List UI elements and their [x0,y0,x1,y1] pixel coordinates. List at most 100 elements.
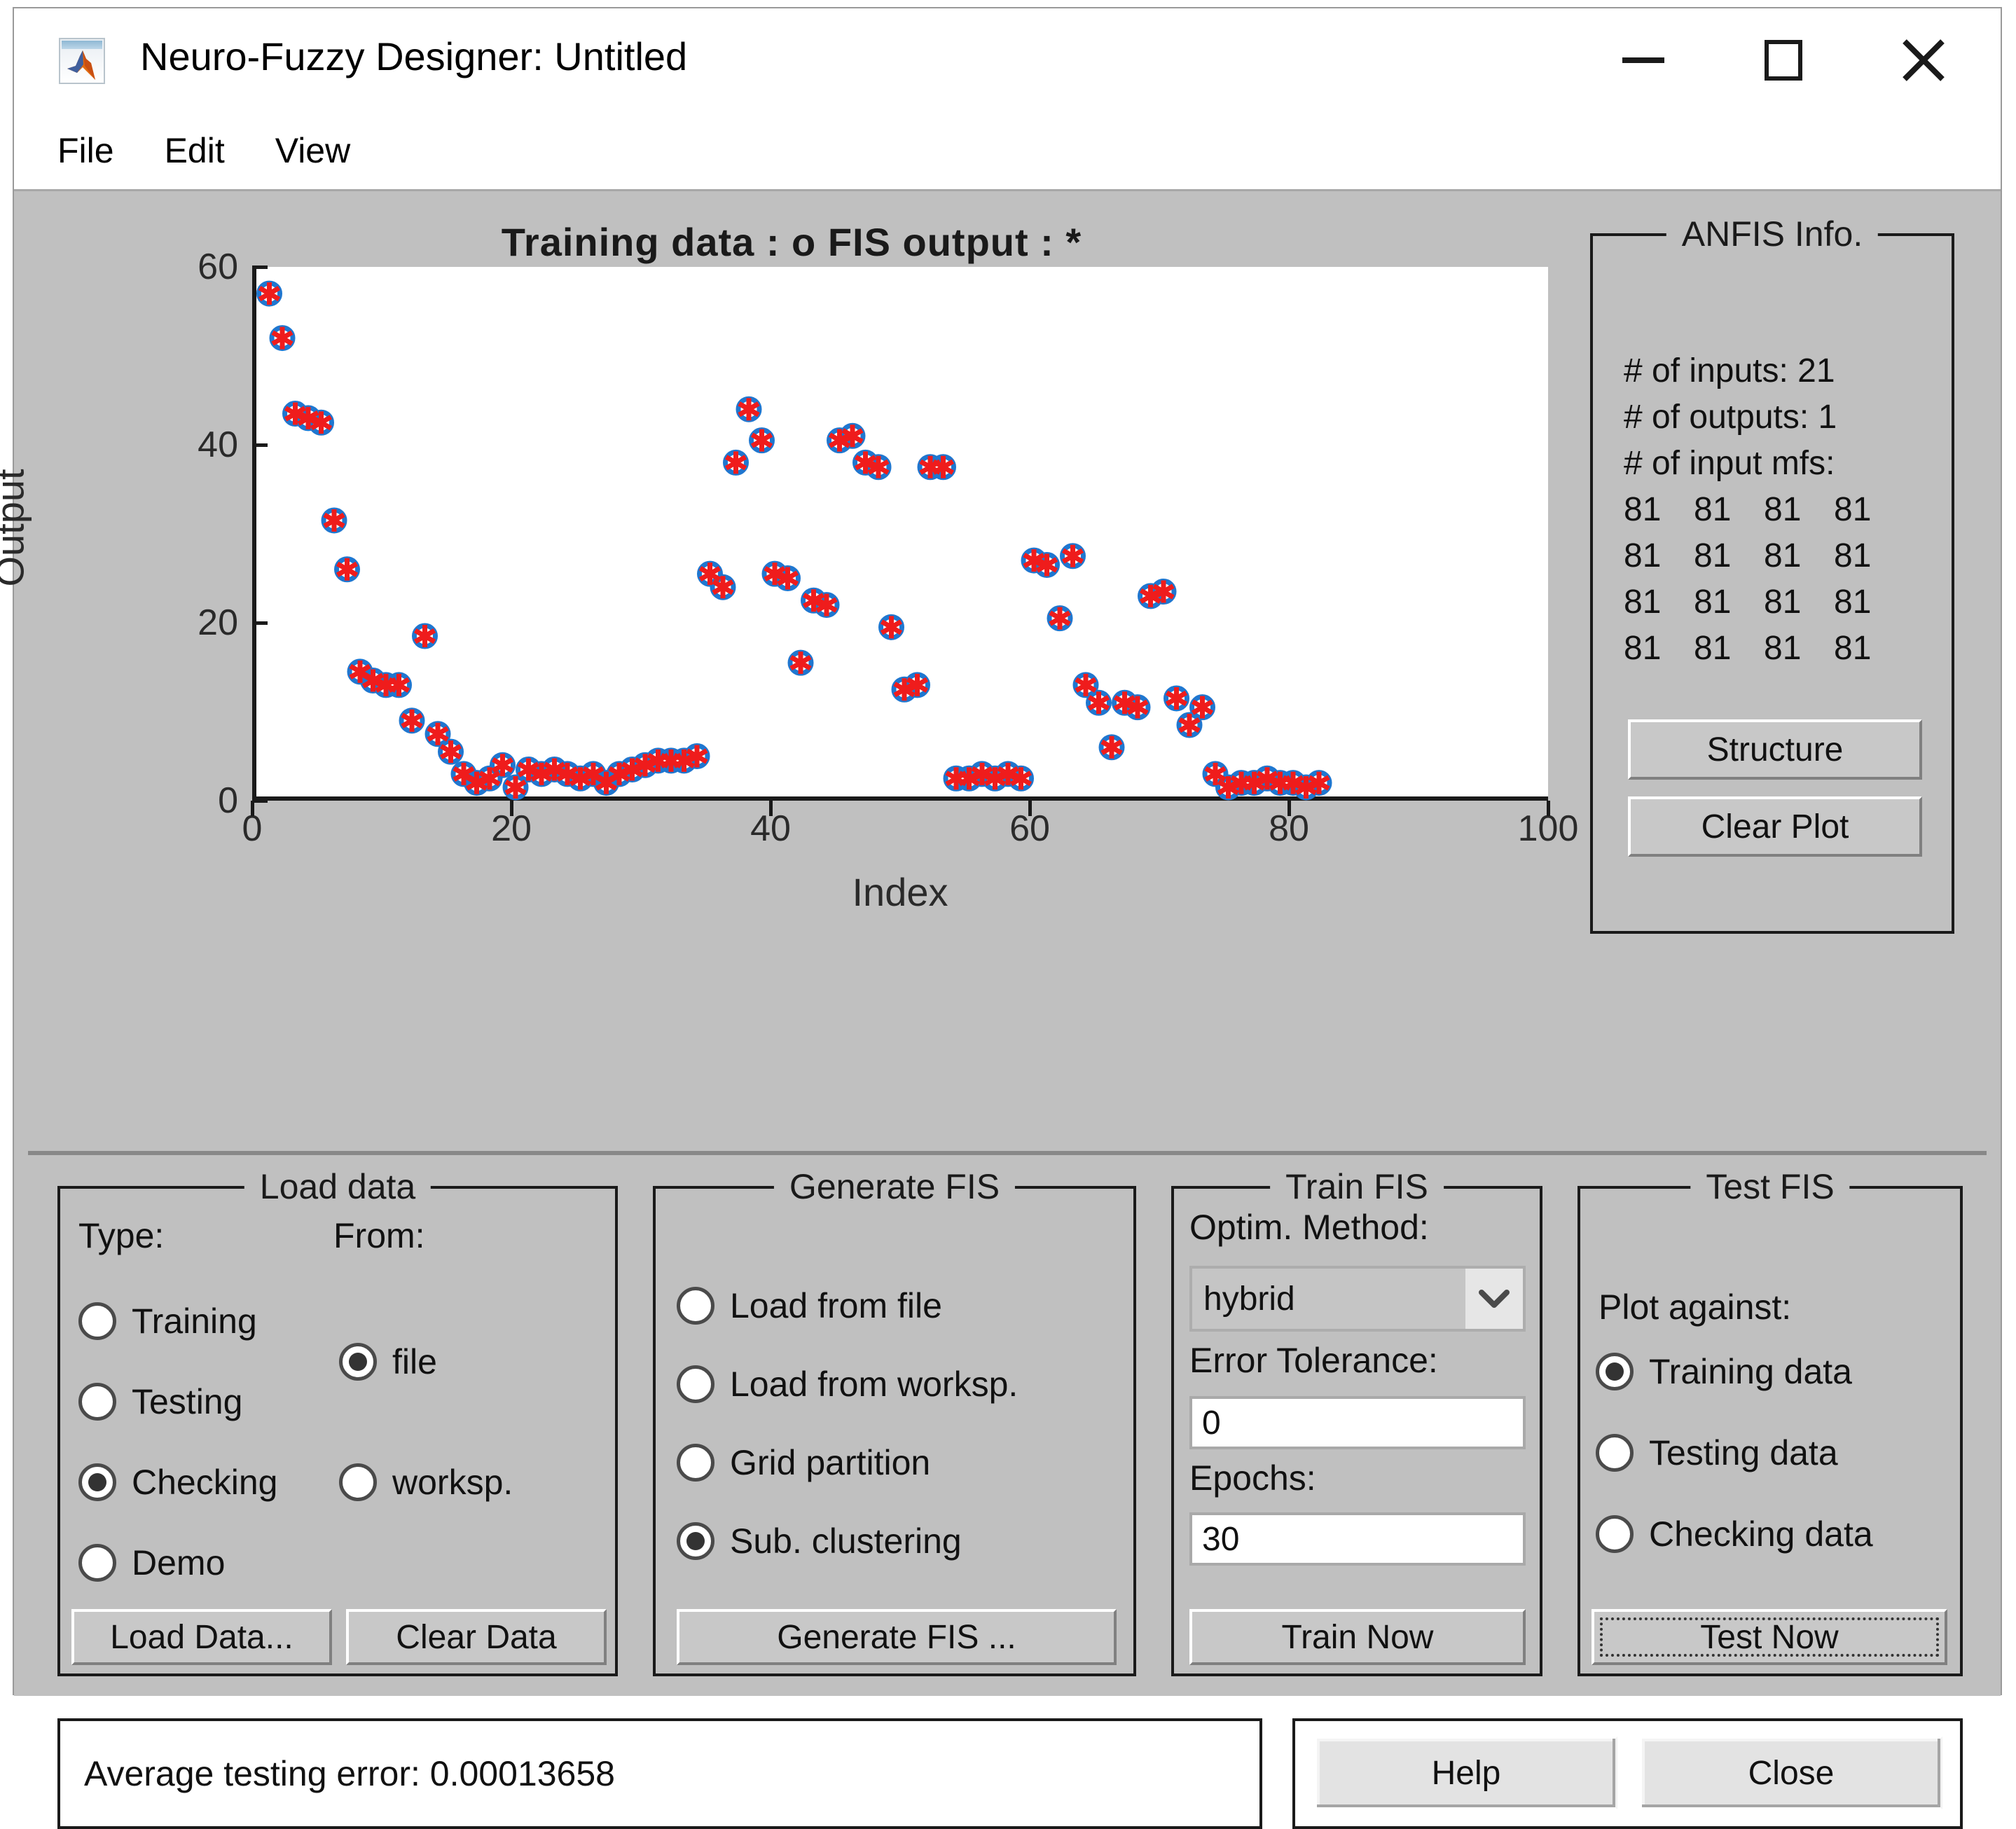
clear-data-button[interactable]: Clear Data [346,1609,607,1665]
radio-label: file [392,1341,437,1382]
mfs-value: 81 [1694,579,1764,626]
maximize-button[interactable] [1713,8,1853,112]
anfis-inputs-line: # of inputs: 21 [1624,348,1904,394]
radio-icon [78,1544,116,1582]
radio-icon [78,1302,116,1340]
y-tick-mark [252,621,268,625]
radio-icon [677,1365,714,1403]
error-tolerance-input[interactable]: 0 [1189,1396,1526,1449]
generate-fis-button[interactable]: Generate FIS ... [677,1609,1117,1665]
anfis-mfs-line: # of input mfs: [1624,441,1904,487]
y-axis-ticks: 0204060 [126,267,238,801]
chevron-down-icon [1465,1269,1523,1329]
test-now-button[interactable]: Test Now [1592,1609,1947,1665]
mfs-value: 81 [1834,579,1904,626]
error-tolerance-label: Error Tolerance: [1189,1340,1438,1381]
mfs-value: 81 [1834,487,1904,533]
mfs-value: 81 [1834,626,1904,672]
radio-icon [78,1463,116,1501]
radio-label: Training [132,1301,257,1341]
menu-bar: File Edit View [14,112,2001,191]
radio-icon [677,1522,714,1560]
window-controls [1573,8,1994,112]
radio-load-from-worksp[interactable]: Load from worksp. [677,1364,1018,1404]
radio-icon [1596,1434,1634,1472]
title-bar: Neuro-Fuzzy Designer: Untitled [14,8,2001,112]
radio-label: Testing data [1649,1433,1838,1473]
close-dialog-button[interactable]: Close [1640,1737,1942,1809]
structure-button[interactable]: Structure [1628,719,1922,780]
x-tick-mark [769,801,773,816]
x-tick-mark [251,801,254,816]
y-axis-label: Output [0,469,33,586]
radio-type-training[interactable]: Training [78,1301,257,1341]
radio-plot-training-data[interactable]: Training data [1596,1351,1852,1392]
menu-view[interactable]: View [275,130,350,171]
radio-label: Grid partition [730,1442,930,1483]
mfs-value: 81 [1624,487,1694,533]
optim-method-select[interactable]: hybrid [1189,1266,1526,1332]
radio-icon [78,1383,116,1421]
panels-divider [28,1151,1987,1155]
radio-label: Load from file [730,1285,942,1326]
radio-icon [1596,1515,1634,1553]
radio-from-worksp[interactable]: worksp. [339,1462,513,1503]
test-fis-title: Test FIS [1690,1166,1849,1207]
radio-icon [339,1343,377,1381]
mfs-value: 81 [1694,487,1764,533]
anfis-info-text: # of inputs: 21 # of outputs: 1 # of inp… [1624,348,1904,672]
x-tick-mark [1547,801,1550,816]
help-button[interactable]: Help [1315,1737,1617,1809]
y-tick-mark [252,799,268,803]
mfs-value: 81 [1764,533,1834,579]
x-tick-mark [1028,801,1032,816]
neuro-fuzzy-designer-window: Neuro-Fuzzy Designer: Untitled File Edit… [13,7,2002,1695]
clear-plot-button[interactable]: Clear Plot [1628,796,1922,857]
radio-type-testing[interactable]: Testing [78,1381,242,1422]
radio-label: worksp. [392,1462,513,1503]
optim-method-label: Optim. Method: [1189,1207,1429,1248]
y-tick-label: 40 [198,424,238,466]
y-tick-mark [252,265,268,269]
radio-type-checking[interactable]: Checking [78,1462,277,1503]
mfs-value: 81 [1694,533,1764,579]
menu-edit[interactable]: Edit [165,130,225,171]
anfis-mfs-row: 81818181 [1624,579,1904,626]
radio-grid-partition[interactable]: Grid partition [677,1442,930,1483]
radio-load-from-file[interactable]: Load from file [677,1285,942,1326]
epochs-input[interactable]: 30 [1189,1512,1526,1566]
radio-from-file[interactable]: file [339,1341,437,1382]
radio-sub-clustering[interactable]: Sub. clustering [677,1521,962,1561]
epochs-label: Epochs: [1189,1458,1316,1498]
x-tick-mark [510,801,513,816]
menu-file[interactable]: File [57,130,114,171]
optim-method-value: hybrid [1192,1280,1465,1318]
mfs-value: 81 [1694,626,1764,672]
train-now-button[interactable]: Train Now [1189,1609,1526,1665]
y-tick-label: 20 [198,602,238,644]
radio-type-demo[interactable]: Demo [78,1542,225,1583]
train-fis-panel: Train FIS Optim. Method: hybrid Error To… [1171,1186,1542,1676]
test-fis-panel: Test FIS Plot against: Training data Tes… [1577,1186,1963,1676]
radio-label: Testing [132,1381,242,1422]
radio-icon [1596,1353,1634,1390]
chart-title: Training data : o FIS output : * [28,219,1555,265]
action-button-bar: Help Close [1292,1718,1963,1829]
type-label: Type: [78,1215,164,1256]
radio-plot-testing-data[interactable]: Testing data [1596,1433,1838,1473]
anfis-mfs-row: 81818181 [1624,533,1904,579]
minimize-button[interactable] [1573,8,1713,112]
status-bar: Average testing error: 0.00013658 [57,1718,1262,1829]
mfs-value: 81 [1624,533,1694,579]
plot-against-label: Plot against: [1599,1287,1791,1327]
anfis-mfs-row: 81818181 [1624,626,1904,672]
radio-plot-checking-data[interactable]: Checking data [1596,1514,1873,1554]
mfs-value: 81 [1834,533,1904,579]
scatter-plot-axes[interactable] [252,267,1548,801]
x-axis-label: Index [252,869,1548,915]
close-button[interactable] [1853,8,1994,112]
load-data-button[interactable]: Load Data... [71,1609,332,1665]
generate-fis-panel: Generate FIS Load from file Load from wo… [653,1186,1136,1676]
load-data-panel: Load data Type: From: Training Testing C… [57,1186,618,1676]
radio-icon [677,1287,714,1325]
